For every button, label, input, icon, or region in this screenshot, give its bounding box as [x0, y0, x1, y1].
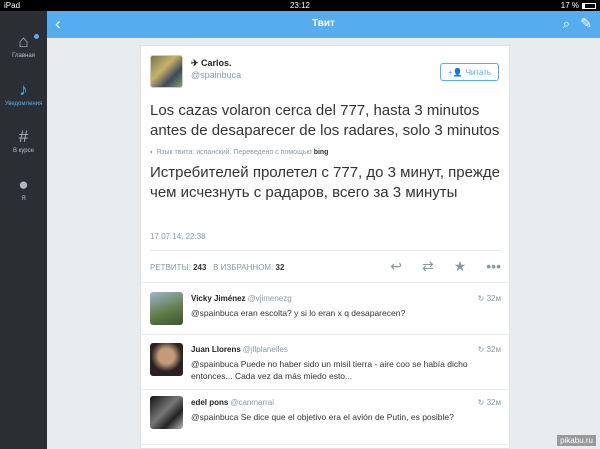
bing-logo: bing [313, 149, 329, 156]
hash-icon: # [18, 127, 29, 146]
tweet-stats: РЕТВИТЫ: 243 В ИЗБРАННОМ: 32 [150, 263, 284, 272]
sidebar-item-notifications[interactable]: ♪ Уведомления [0, 80, 47, 108]
sidebar-item-label: Я [21, 196, 26, 202]
sidebar-item-home[interactable]: ⌂ Главная [0, 33, 47, 59]
tweet-text: Los cazas volaron cerca del 777, hasta 3… [150, 102, 500, 139]
translated-text: Истребителей пролетел с 777, до 3 минут,… [150, 164, 500, 201]
sidebar-item-label: В курсе [13, 148, 34, 154]
battery-indicator: 17 % [561, 1, 596, 10]
tweet-card: ✈ Carlos. @spainbuca +👤 Читать Los cazas… [140, 45, 511, 449]
more-icon[interactable]: ••• [486, 258, 501, 275]
status-bar: iPad 23:12 17 % [0, 0, 600, 11]
add-user-icon: +👤 [447, 67, 463, 77]
avatar[interactable] [150, 396, 183, 429]
reply-text: @spainbuca Puede no haber sido un misil … [191, 359, 468, 381]
divider [150, 250, 502, 251]
reply-text: @spainbuca Se dice que el objetivo era e… [191, 412, 454, 422]
favorite-icon[interactable]: ★ [454, 258, 467, 275]
sidebar-item-label: Уведомления [4, 101, 43, 107]
globe-icon: ◐ [150, 149, 155, 156]
clock: 23:12 [289, 1, 311, 10]
divider [141, 334, 511, 335]
reply-time: ↻ 32м [477, 345, 501, 354]
reply-author[interactable]: Juan Llorens @jllplanelles [191, 345, 288, 354]
retweet-icon[interactable]: ⇄ [422, 258, 434, 275]
avatar[interactable] [150, 55, 183, 88]
top-bar: ‹ Твит ⌕ ✎ [47, 11, 600, 38]
avatar[interactable] [150, 343, 183, 376]
reply-item[interactable]: edel pons @canmarrai ↻ 32м @spainbuca Se … [141, 396, 511, 448]
tweet-timestamp: 17.07.14, 22:38 [150, 232, 206, 241]
reply-author[interactable]: Vicky Jiménez @vjimenezg [191, 294, 292, 303]
author-name[interactable]: ✈ Carlos. [191, 58, 232, 69]
sidebar: ⌂ Главная ♪ Уведомления # В курсе ● Я [0, 11, 47, 449]
author-handle[interactable]: @spainbuca [191, 70, 241, 80]
sidebar-item-me[interactable]: ● Я [0, 175, 47, 203]
unread-dot [34, 34, 39, 39]
user-icon: ● [18, 175, 29, 194]
bell-icon: ♪ [19, 80, 28, 99]
follow-button[interactable]: +👤 Читать [440, 63, 499, 81]
favorites-count[interactable]: 32 [276, 263, 285, 272]
watermark: pikabu.ru [557, 435, 596, 446]
reply-icon[interactable]: ↩ [390, 258, 402, 275]
reply-item[interactable]: Vicky Jiménez @vjimenezg ↻ 32м @spainbuca… [141, 292, 511, 344]
follow-label: Читать [465, 67, 492, 77]
divider [141, 444, 511, 445]
reply-text: @spainbuca eran escolta? y si lo eran x … [191, 308, 406, 318]
compose-icon[interactable]: ✎ [580, 15, 592, 32]
divider [141, 389, 511, 390]
battery-icon [582, 2, 596, 9]
home-icon: ⌂ [18, 32, 29, 51]
reply-author[interactable]: edel pons @canmarrai [191, 398, 274, 407]
sidebar-item-label: Главная [12, 53, 35, 59]
search-icon[interactable]: ⌕ [563, 16, 570, 32]
retweets-count[interactable]: 243 [193, 263, 206, 272]
avatar[interactable] [150, 292, 183, 325]
reply-time: ↻ 32м [477, 294, 501, 303]
reply-item[interactable]: Juan Llorens @jllplanelles ↻ 32м @spainbu… [141, 343, 511, 395]
reply-time: ↻ 32м [477, 398, 501, 407]
retweets-label: РЕТВИТЫ: [150, 263, 191, 272]
divider [141, 282, 511, 283]
sidebar-item-discover[interactable]: # В курсе [0, 127, 47, 155]
favorites-label: В ИЗБРАННОМ: [213, 263, 274, 272]
tweet-actions: ↩ ⇄ ★ ••• [390, 258, 501, 275]
battery-percent: 17 % [560, 1, 579, 10]
page-title: Твит [312, 18, 335, 29]
translation-note: ◐ Язык твита: испанский. Переведено с по… [150, 149, 328, 156]
translation-note-text: Язык твита: испанский. Переведено с помо… [156, 149, 312, 156]
